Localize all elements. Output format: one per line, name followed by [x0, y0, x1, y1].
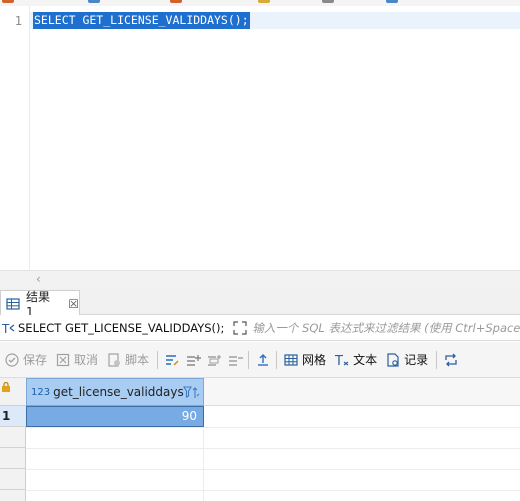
record-icon [387, 352, 399, 367]
sql-editor[interactable]: 1 SELECT GET_LICENSE_VALIDDAYS(); [0, 6, 520, 270]
explain-icon [322, 0, 334, 3]
delete-row-icon[interactable] [227, 352, 244, 368]
empty-row-header [0, 448, 26, 469]
execute-plan-icon [2, 0, 14, 3]
editor-horizontal-scrollbar[interactable]: ‹ [0, 270, 520, 287]
copy-row-icon[interactable] [206, 352, 222, 368]
empty-row-header [0, 469, 26, 490]
scroll-left-icon[interactable]: ‹ [36, 272, 41, 286]
row-number[interactable]: 1 [0, 406, 26, 427]
numeric-type-icon: 123 [31, 386, 51, 398]
save-label: 保存 [23, 353, 48, 367]
divider [248, 350, 250, 369]
toolbar-item[interactable] [88, 0, 100, 4]
cancel-label: 取消 [74, 353, 99, 367]
export-icon[interactable] [255, 352, 271, 368]
sql-query-icon: T [1, 322, 15, 336]
sql-code-line[interactable]: SELECT GET_LICENSE_VALIDDAYS(); [33, 12, 250, 29]
toolbar-item[interactable] [386, 0, 398, 4]
close-tab-icon[interactable]: ☒ [68, 297, 79, 311]
stats-icon [88, 0, 100, 3]
text-label: 文本 [353, 353, 378, 367]
column-header-get-license-validdays[interactable]: 123 get_license_validdays [26, 378, 204, 406]
svg-text:T: T [1, 322, 10, 336]
empty-row-header [0, 427, 26, 448]
line-gutter: 1 [0, 6, 30, 270]
divider [157, 350, 159, 369]
exec-log-icon [170, 0, 182, 3]
grid-table-icon [6, 297, 20, 310]
format-icon [386, 0, 398, 3]
expand-icon[interactable] [232, 320, 248, 336]
selected-cell[interactable]: 90 [26, 406, 204, 427]
results-action-toolbar: 保存 取消 脚本 网格 T 文本 记录 [0, 342, 520, 378]
tab-result-1[interactable]: 结果 1 ☒ [0, 290, 80, 319]
grid-view-button[interactable]: 网格 [283, 351, 326, 368]
svg-text:T: T [334, 354, 343, 368]
script-button[interactable]: 脚本 [106, 351, 149, 368]
record-view-button[interactable]: 记录 [385, 351, 428, 368]
refresh-icon[interactable] [443, 352, 459, 368]
grid-line [203, 427, 204, 501]
filter-input[interactable]: 输入一个 SQL 表达式来过滤结果 (使用 Ctrl+Space) [252, 320, 520, 336]
column-name: get_license_validdays [53, 385, 184, 399]
divider [436, 350, 438, 369]
results-tabbar: 结果 1 ☒ [0, 287, 520, 319]
check-circle-icon [5, 352, 19, 367]
text-icon: T [334, 354, 349, 368]
add-row-icon[interactable] [185, 352, 202, 368]
toolbar-item[interactable] [170, 0, 182, 4]
edit-rows-icon[interactable] [164, 352, 180, 368]
grid-line [26, 448, 520, 449]
empty-header-area [204, 378, 520, 406]
toolbar-item[interactable] [2, 0, 14, 4]
grid-line [26, 469, 520, 470]
script-icon [108, 352, 121, 367]
cancel-button[interactable]: 取消 [55, 351, 98, 368]
save-button[interactable]: 保存 [4, 351, 47, 368]
executed-query-text: SELECT GET_LICENSE_VALIDDAYS(); [18, 320, 225, 335]
grid-icon [284, 353, 298, 366]
filter-bar: T SELECT GET_LICENSE_VALIDDAYS(); 输入一个 S… [0, 315, 520, 341]
cancel-box-icon [56, 353, 70, 366]
divider [276, 350, 278, 369]
text-view-button[interactable]: T 文本 [334, 351, 377, 368]
toolbar-item[interactable] [322, 0, 334, 4]
toolbar-item[interactable] [258, 0, 270, 4]
output-icon [258, 0, 270, 3]
result-grid: 123 get_license_validdays 1 90 [0, 378, 520, 501]
lock-icon [2, 381, 10, 392]
filter-sort-icon[interactable] [183, 385, 201, 401]
script-label: 脚本 [125, 353, 150, 367]
grid-corner[interactable] [0, 378, 26, 406]
grid-line [26, 427, 520, 428]
line-number: 1 [14, 14, 22, 28]
grid-line [26, 490, 520, 491]
record-label: 记录 [404, 353, 429, 367]
grid-label: 网格 [302, 353, 327, 367]
